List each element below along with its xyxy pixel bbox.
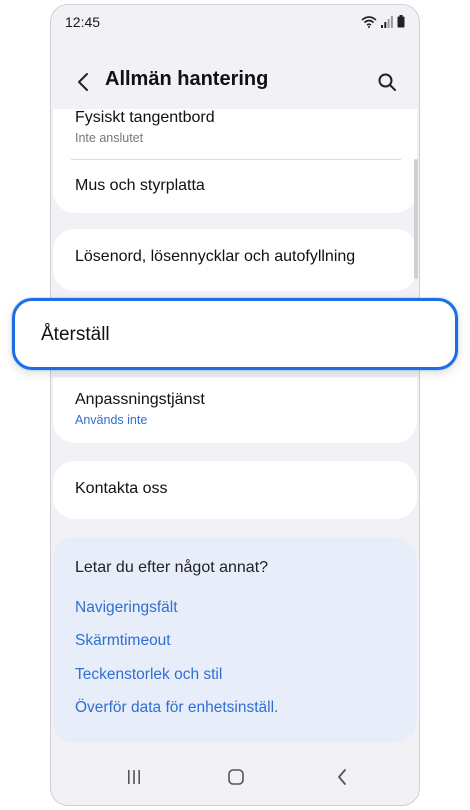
settings-card-passwords: Lösenord, lösennycklar och autofyllning	[53, 229, 417, 291]
back-icon	[338, 769, 346, 785]
settings-item-subtitle: Används inte	[75, 413, 148, 427]
page-title: Allmän hantering	[105, 68, 269, 90]
settings-item-title: Mus och styrplatta	[75, 177, 205, 194]
search-icon	[378, 73, 396, 91]
status-bar: 12:45	[51, 5, 419, 39]
suggestion-link-screen-timeout[interactable]: Skärmtimeout	[75, 632, 171, 650]
suggestions-title: Letar du efter något annat?	[75, 559, 269, 576]
navigation-bar	[51, 749, 419, 805]
nav-back-button[interactable]	[327, 763, 357, 791]
settings-item-subtitle: Inte anslutet	[75, 131, 144, 145]
settings-card-customization: Anpassningstjänst Används inte	[53, 377, 417, 443]
suggestion-link-transfer-data[interactable]: Överför data för enhetsinställ.	[75, 699, 278, 717]
wifi-icon	[361, 15, 377, 28]
settings-item-passwords[interactable]: Lösenord, lösennycklar och autofyllning	[75, 248, 407, 266]
recent-apps-icon	[128, 770, 140, 784]
battery-icon	[397, 15, 405, 28]
recent-apps-button[interactable]	[119, 763, 149, 791]
suggestions-card: Letar du efter något annat? Navigeringsf…	[53, 537, 417, 743]
settings-item-title: Lösenord, lösennycklar och autofyllning	[75, 248, 356, 265]
settings-card-input: Fysiskt tangentbord Inte anslutet Mus oc…	[53, 109, 417, 213]
home-button[interactable]	[221, 763, 251, 791]
status-time: 12:45	[65, 14, 101, 30]
settings-item-contact-us[interactable]: Kontakta oss	[75, 480, 407, 498]
settings-item-title: Återställ	[41, 324, 110, 345]
phone-screen: 12:45 Allmän hantering Fysiskt tangentbo…	[50, 4, 420, 806]
signal-icon	[381, 15, 393, 28]
app-header: Allmän hantering	[51, 61, 419, 105]
settings-item-title: Kontakta oss	[75, 480, 168, 497]
settings-item-mouse-trackpad[interactable]: Mus och styrplatta	[75, 177, 407, 195]
divider	[71, 159, 401, 160]
settings-item-physical-keyboard[interactable]: Fysiskt tangentbord Inte anslutet	[75, 109, 407, 145]
suggestion-link-navigation-bar[interactable]: Navigeringsfält	[75, 599, 178, 617]
settings-item-reset[interactable]: Återställ	[12, 298, 458, 370]
settings-item-title: Fysiskt tangentbord	[75, 109, 215, 126]
back-button[interactable]	[71, 68, 95, 96]
search-button[interactable]	[373, 68, 401, 96]
settings-item-title: Anpassningstjänst	[75, 391, 205, 408]
settings-card-contact: Kontakta oss	[53, 461, 417, 519]
settings-item-customization-service[interactable]: Anpassningstjänst Används inte	[75, 391, 407, 427]
status-icons	[361, 15, 405, 28]
suggestion-link-font-size-style[interactable]: Teckenstorlek och stil	[75, 666, 222, 684]
chevron-left-icon	[78, 73, 88, 91]
scrollbar[interactable]	[414, 159, 418, 279]
home-icon	[228, 769, 244, 785]
